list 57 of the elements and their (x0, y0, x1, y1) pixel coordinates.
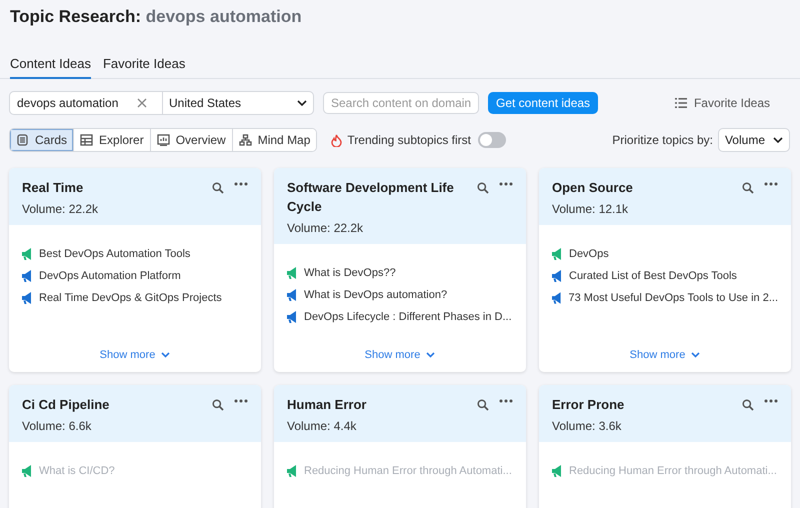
show-more-button[interactable]: Show more (94, 348, 176, 362)
tab[interactable]: Content Ideas (10, 53, 91, 79)
search-icon[interactable] (212, 399, 224, 411)
volume-text: Volume: 22.2k (287, 221, 364, 235)
search-icon[interactable] (742, 399, 754, 411)
volume-text: Volume: 22.2k (22, 202, 100, 216)
trending-toggle[interactable] (478, 132, 506, 148)
more-icon[interactable] (499, 399, 513, 403)
idea-link[interactable]: DevOps Lifecycle : Different Phases in D... (304, 311, 512, 323)
prioritize-select[interactable]: Volume (718, 128, 790, 152)
table-icon (80, 134, 94, 146)
tab[interactable]: Favorite Ideas (102, 53, 186, 79)
prioritize-label: Prioritize topics by: (612, 133, 713, 147)
chart-icon (156, 134, 170, 146)
chevron-icon (773, 137, 783, 143)
hierarchy-icon (238, 134, 252, 146)
idea-link[interactable]: Best DevOps Automation Tools (39, 248, 190, 260)
idea-link[interactable]: DevOps (569, 248, 609, 260)
page-title: Topic Research: (10, 7, 142, 26)
view-tab[interactable]: Cards (10, 129, 74, 151)
show-more-button[interactable]: Show more (624, 348, 706, 362)
more-icon[interactable] (234, 399, 248, 403)
card-icon (16, 134, 29, 146)
list-icon (674, 98, 687, 108)
topic-title: Ci Cd Pipeline (22, 396, 110, 414)
topic-title: Real Time (22, 179, 84, 197)
topic-title: Error Prone (552, 396, 626, 414)
topic-title: Human Error (287, 396, 368, 414)
search-icon[interactable] (477, 182, 489, 194)
trending-label: Trending subtopics first (347, 133, 472, 147)
topic-title: Software Development Life Cycle (287, 179, 455, 216)
volume-text: Volume: 12.1k (552, 202, 630, 216)
query-text: devops automation (146, 7, 302, 26)
volume-text: Volume: 3.6k (552, 419, 622, 433)
idea-link[interactable]: What is DevOps?? (304, 267, 396, 279)
topic-title: Open Source (552, 179, 634, 197)
search-icon[interactable] (742, 182, 754, 194)
more-icon[interactable] (764, 182, 778, 186)
domain-search-field[interactable]: Search content on domain (323, 92, 479, 114)
flame-icon (331, 134, 342, 146)
show-more-button[interactable]: Show more (358, 348, 442, 362)
favorite-ideas-link[interactable]: Favorite Ideas (668, 95, 776, 111)
idea-link[interactable]: 73 Most Useful DevOps Tools to Use in 2... (568, 292, 778, 304)
search-icon[interactable] (212, 182, 224, 194)
search-icon[interactable] (477, 399, 489, 411)
chevron-icon (161, 352, 170, 358)
idea-link[interactable]: Curated List of Best DevOps Tools (569, 270, 737, 282)
idea-link[interactable]: DevOps Automation Platform (39, 270, 181, 282)
volume-text: Volume: 6.6k (22, 419, 92, 433)
more-icon[interactable] (499, 182, 513, 186)
more-icon[interactable] (764, 399, 778, 403)
idea-link[interactable]: Real Time DevOps & GitOps Projects (39, 292, 222, 304)
chevron-icon (691, 352, 700, 358)
idea-link[interactable]: What is DevOps automation? (304, 289, 448, 301)
volume-text: Volume: 4.4k (287, 419, 358, 433)
chevron-icon (426, 352, 436, 358)
more-icon[interactable] (234, 182, 248, 186)
